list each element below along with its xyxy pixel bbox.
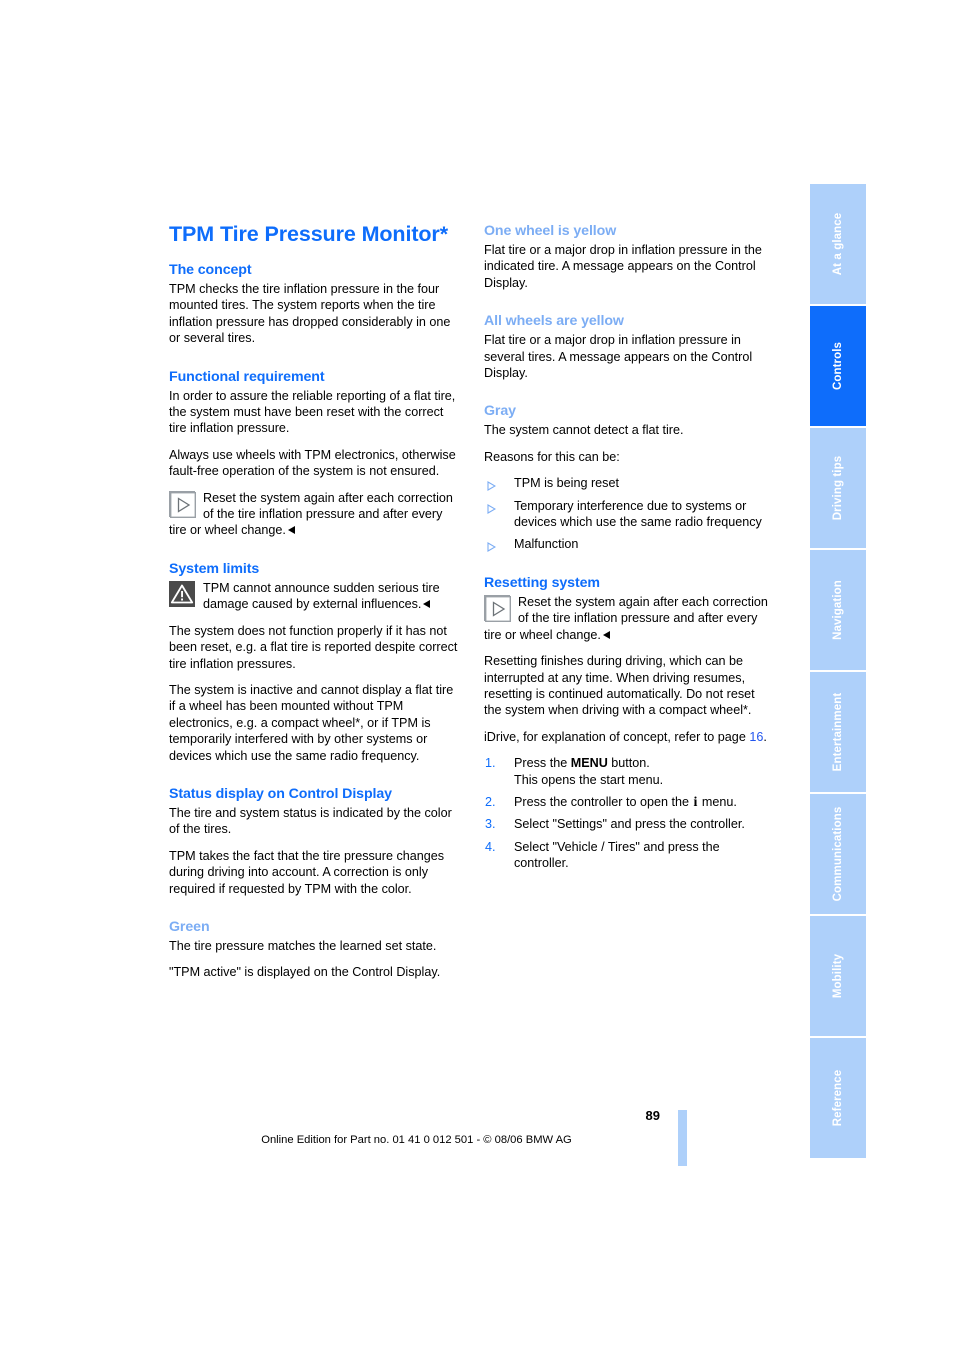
list-item-label: TPM is being reset bbox=[514, 476, 619, 491]
procedure-steps: 1. Press the MENU button. This opens the … bbox=[484, 755, 774, 871]
heading-functional-requirement: Functional requirement bbox=[169, 368, 325, 385]
sidebar-tab-controls[interactable]: Controls bbox=[810, 306, 866, 426]
sidebar-tab-navigation[interactable]: Navigation bbox=[810, 550, 866, 670]
heading-green: Green bbox=[169, 918, 210, 935]
footer-edition-note: Online Edition for Part no. 01 41 0 012 … bbox=[261, 1134, 572, 1146]
heading-status-display: Status display on Control Display bbox=[169, 785, 392, 802]
paragraph-functional-2: Always use wheels with TPM electronics, … bbox=[169, 447, 456, 479]
sidebar-tab-label: Controls bbox=[832, 341, 844, 391]
paragraph-resetting: Resetting finishes during driving, which… bbox=[484, 654, 755, 718]
warning-end-marker bbox=[423, 600, 431, 609]
bullet-triangle-icon bbox=[487, 540, 497, 553]
paragraph-all-wheels-yellow: Flat tire or a major drop in inflation p… bbox=[484, 333, 753, 381]
step-number: 4. bbox=[485, 839, 496, 854]
idrive-text-before: iDrive, for explanation of concept, refe… bbox=[484, 729, 750, 744]
paragraph-reasons-lead: Reasons for this can be: bbox=[484, 449, 620, 464]
sidebar-tab-reference[interactable]: Reference bbox=[810, 1038, 866, 1158]
paragraph-idrive-reference: iDrive, for explanation of concept, refe… bbox=[484, 729, 774, 745]
manual-page: At a glance Controls Driving tips Naviga… bbox=[0, 0, 954, 1351]
bullet-triangle-icon bbox=[487, 479, 497, 492]
step-subtext: This opens the start menu. bbox=[514, 772, 664, 787]
sidebar-tab-label: Mobility bbox=[832, 953, 844, 999]
step-text: Press the MENU button. This opens the sta… bbox=[514, 756, 664, 787]
sidebar-tab-label: Communications bbox=[832, 806, 844, 902]
note-triangle-icon bbox=[484, 594, 511, 622]
right-column: One wheel is yellow Flat tire or a major… bbox=[484, 222, 774, 878]
page-title: TPM Tire Pressure Monitor* bbox=[169, 222, 448, 246]
heading-one-wheel-yellow: One wheel is yellow bbox=[484, 223, 617, 239]
list-item: Temporary interference due to systems or… bbox=[484, 498, 774, 531]
list-item-label: Malfunction bbox=[514, 537, 579, 552]
page-reference-link[interactable]: 16 bbox=[749, 730, 763, 744]
note-text-reset: Reset the system again after each correc… bbox=[169, 490, 453, 538]
heading-all-wheels-yellow: All wheels are yellow bbox=[484, 313, 624, 330]
paragraph-limits-2: The system is inactive and cannot displa… bbox=[169, 682, 454, 763]
warning-block-limits: TPM cannot announce sudden serious tire … bbox=[169, 580, 459, 613]
paragraph-one-wheel-yellow: Flat tire or a major drop in inflation p… bbox=[484, 243, 762, 290]
paragraph-functional-1: In order to assure the reliable reportin… bbox=[169, 388, 456, 436]
paragraph-green-1: The tire pressure matches the learned se… bbox=[169, 938, 437, 953]
footer-accent-bar bbox=[678, 1110, 687, 1166]
paragraph-green-2: "TPM active" is displayed on the Control… bbox=[169, 965, 441, 980]
list-item: 3. Select "Settings" and press the contr… bbox=[484, 816, 774, 832]
list-item: 1. Press the MENU button. This opens the … bbox=[484, 755, 774, 788]
sidebar-tab-label: Navigation bbox=[832, 580, 844, 640]
reasons-list: TPM is being reset Temporary interferenc… bbox=[484, 475, 774, 553]
page-number: 89 bbox=[645, 1108, 660, 1123]
heading-gray: Gray bbox=[484, 403, 516, 420]
warning-text-limits: TPM cannot announce sudden serious tire … bbox=[203, 580, 440, 612]
heading-resetting-system: Resetting system bbox=[484, 574, 600, 591]
step-text: Select "Vehicle / Tires" and press the c… bbox=[514, 839, 720, 871]
list-item: 4. Select "Vehicle / Tires" and press th… bbox=[484, 839, 774, 872]
heading-system-limits: System limits bbox=[169, 560, 260, 577]
list-item: 2. Press the controller to open the i me… bbox=[484, 794, 774, 810]
idrive-text-after: . bbox=[763, 729, 767, 744]
sidebar-tab-entertainment[interactable]: Entertainment bbox=[810, 672, 866, 792]
heading-the-concept: The concept bbox=[169, 262, 252, 278]
paragraph-status-2: TPM takes the fact that the tire pressur… bbox=[169, 848, 445, 896]
note-end-marker bbox=[287, 526, 295, 535]
paragraph-status-1: The tire and system status is indicated … bbox=[169, 805, 452, 837]
step-number: 3. bbox=[485, 817, 496, 832]
sidebar-tab-label: Driving tips bbox=[832, 455, 844, 521]
step-number: 1. bbox=[485, 756, 496, 771]
note-text-resetting: Reset the system again after each correc… bbox=[484, 594, 768, 642]
note-end-marker bbox=[602, 630, 610, 639]
info-i-icon: i bbox=[693, 795, 698, 811]
note-block-resetting: Reset the system again after each correc… bbox=[484, 594, 774, 643]
left-column: TPM Tire Pressure Monitor* The concept T… bbox=[169, 222, 459, 991]
list-item: TPM is being reset bbox=[484, 475, 774, 492]
sidebar-tab-label: At a glance bbox=[832, 212, 844, 276]
section-tab-strip: At a glance Controls Driving tips Naviga… bbox=[810, 184, 866, 1158]
step-text: Press the controller to open the i menu. bbox=[514, 794, 737, 811]
sidebar-tab-at-a-glance[interactable]: At a glance bbox=[810, 184, 866, 304]
list-item-label: Temporary interference due to systems or… bbox=[514, 498, 762, 530]
warning-triangle-icon bbox=[169, 580, 195, 607]
menu-button-label: MENU bbox=[570, 756, 608, 771]
paragraph-gray: The system cannot detect a flat tire. bbox=[484, 423, 684, 438]
paragraph-limits-1: The system does not function properly if… bbox=[169, 623, 458, 671]
sidebar-tab-label: Reference bbox=[832, 1069, 844, 1127]
sidebar-tab-driving-tips[interactable]: Driving tips bbox=[810, 428, 866, 548]
step-number: 2. bbox=[485, 794, 496, 809]
sidebar-tab-label: Entertainment bbox=[832, 692, 844, 772]
paragraph-concept: TPM checks the tire inflation pressure i… bbox=[169, 282, 451, 346]
sidebar-tab-communications[interactable]: Communications bbox=[810, 794, 866, 914]
bullet-triangle-icon bbox=[487, 502, 497, 514]
note-triangle-icon bbox=[169, 490, 196, 518]
note-block-reset: Reset the system again after each correc… bbox=[169, 490, 459, 539]
step-text: Select "Settings" and press the controll… bbox=[514, 817, 745, 832]
list-item: Malfunction bbox=[484, 536, 774, 553]
sidebar-tab-mobility[interactable]: Mobility bbox=[810, 916, 866, 1036]
